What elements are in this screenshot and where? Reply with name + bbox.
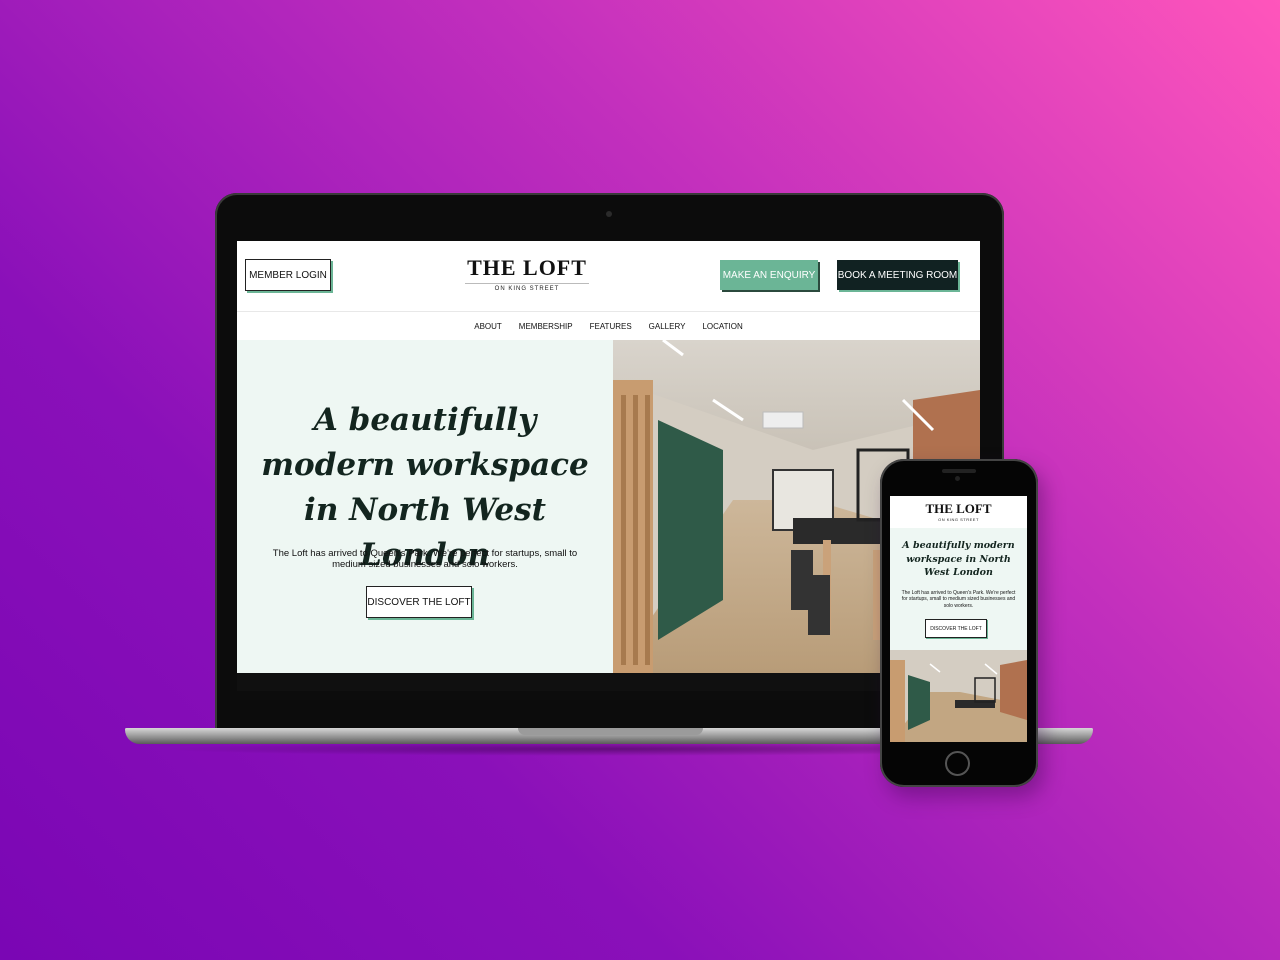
phone-office-interior-image xyxy=(890,650,1027,742)
phone-logo-subtitle: ON KING STREET xyxy=(938,517,979,522)
book-meeting-room-button[interactable]: BOOK A MEETING ROOM xyxy=(837,260,958,290)
logo-title[interactable]: THE LOFT xyxy=(467,255,587,281)
phone-camera xyxy=(955,476,960,481)
nav-item-features[interactable]: FEATURES xyxy=(590,322,632,331)
discover-button[interactable]: DISCOVER THE LOFT xyxy=(366,586,472,618)
phone-screen: THE LOFT ON KING STREET A beautifully mo… xyxy=(890,496,1027,742)
laptop-screen: MEMBER LOGIN THE LOFT ON KING STREET MAK… xyxy=(237,241,980,673)
phone-home-button[interactable] xyxy=(945,751,970,776)
nav-item-about[interactable]: ABOUT xyxy=(474,322,502,331)
laptop-chin xyxy=(237,673,980,691)
phone-hero-title: A beautifully modern workspace in North … xyxy=(902,540,1015,578)
nav-item-location[interactable]: LOCATION xyxy=(702,322,742,331)
hero-text: The Loft has arrived to Queen's Park. We… xyxy=(272,548,578,570)
phone-hero-text: The Loft has arrived to Queen's Park. We… xyxy=(901,590,1016,609)
nav-item-membership[interactable]: MEMBERSHIP xyxy=(519,322,573,331)
phone-logo-title[interactable]: THE LOFT xyxy=(890,501,1027,517)
site-header: MEMBER LOGIN THE LOFT ON KING STREET MAK… xyxy=(237,241,980,312)
hero-panel: A beautifully modern workspace in North … xyxy=(237,340,613,673)
make-enquiry-button[interactable]: MAKE AN ENQUIRY xyxy=(720,260,818,290)
laptop-notch xyxy=(518,728,703,735)
phone-speaker xyxy=(942,469,976,473)
member-login-button[interactable]: MEMBER LOGIN xyxy=(245,259,331,291)
nav-item-gallery[interactable]: GALLERY xyxy=(649,322,686,331)
main-nav: ABOUT MEMBERSHIP FEATURES GALLERY LOCATI… xyxy=(237,312,980,340)
logo-subtitle: ON KING STREET xyxy=(465,283,589,292)
phone-hero-photo xyxy=(890,650,1027,742)
phone-discover-button[interactable]: DISCOVER THE LOFT xyxy=(925,619,987,638)
laptop-camera xyxy=(606,211,612,217)
